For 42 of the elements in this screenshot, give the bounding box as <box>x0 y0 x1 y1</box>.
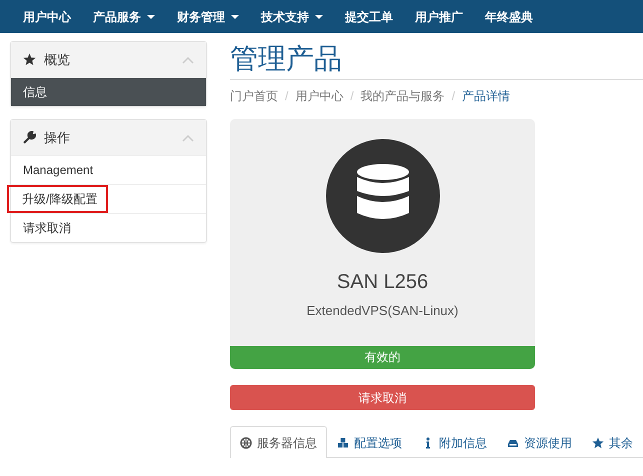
caret-icon <box>147 15 155 20</box>
nav-link[interactable]: 年终盛典 <box>474 8 544 26</box>
nav-link[interactable]: 用户推广 <box>404 8 474 26</box>
globe-icon <box>240 436 252 448</box>
sidebar-item[interactable]: 请求取消 <box>11 214 206 242</box>
cubes-icon <box>337 436 349 448</box>
chevron-icon <box>182 134 194 142</box>
nav-link[interactable]: 技术支持 <box>250 8 334 26</box>
panel-title: 操作 <box>44 128 70 147</box>
page-title: 管理产品 <box>230 41 643 80</box>
tab[interactable]: 配置选项 <box>327 426 412 458</box>
sidebar-item[interactable]: Management <box>11 156 206 184</box>
breadcrumb-link[interactable]: 我的产品与服务 <box>360 87 445 105</box>
panel-title: 概览 <box>44 50 70 69</box>
status-bar: 有效的 <box>230 346 535 369</box>
product-name: SAN L256 <box>336 270 428 295</box>
star-icon <box>23 53 36 66</box>
database-icon <box>326 139 440 253</box>
caret-icon <box>315 15 323 20</box>
panel-header[interactable]: 概览 <box>11 42 206 77</box>
product-group: ExtendedVPS(SAN-Linux) <box>306 301 458 320</box>
wrench-icon <box>23 131 36 144</box>
cancel-button[interactable]: 请求取消 <box>230 385 535 410</box>
tab[interactable]: 服务器信息 <box>230 426 327 458</box>
breadcrumb-link[interactable]: 门户首页 <box>230 87 278 105</box>
chevron-icon <box>182 56 194 64</box>
nav-link[interactable]: 财务管理 <box>166 8 250 26</box>
tab[interactable]: 资源使用 <box>497 426 582 458</box>
breadcrumb-separator: / <box>285 88 288 105</box>
panel-header[interactable]: 操作 <box>11 120 206 155</box>
nav-link[interactable]: 用户中心 <box>12 8 82 26</box>
sidebar-item[interactable]: 信息 <box>11 78 206 106</box>
tab[interactable]: 附加信息 <box>412 426 497 458</box>
sidebar-item[interactable]: 升级/降级配置 <box>7 185 108 213</box>
tab[interactable]: 其余 <box>582 426 643 458</box>
star-icon <box>592 436 604 448</box>
nav-link[interactable]: 产品服务 <box>82 8 166 26</box>
nav-link[interactable]: 提交工单 <box>334 8 404 26</box>
breadcrumb-separator: / <box>452 88 456 105</box>
breadcrumb-link[interactable]: 用户中心 <box>295 87 344 105</box>
caret-icon <box>231 15 239 20</box>
breadcrumb-separator: / <box>350 88 354 105</box>
